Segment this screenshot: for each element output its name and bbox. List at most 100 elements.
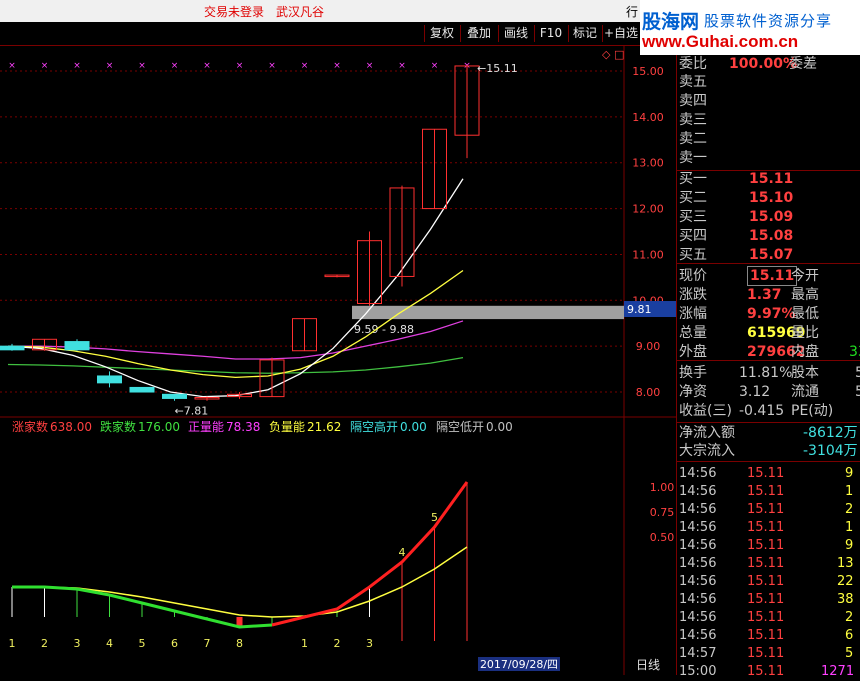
low-price-label: ←7.81 xyxy=(175,405,209,418)
price-grid xyxy=(0,70,624,393)
stat-label: 涨跌 xyxy=(679,287,707,303)
tick-time: 14:56 xyxy=(679,574,717,589)
stat-label-2: 内盘 xyxy=(791,344,819,360)
flow-label: 大宗流入 xyxy=(679,443,735,459)
tick-row: 14:56 15.11 6 xyxy=(677,627,860,645)
flow-label: 净流入额 xyxy=(679,425,735,441)
signal-marker: × xyxy=(8,61,16,71)
indicator-count-label: 6 xyxy=(171,637,178,650)
fuquan-button[interactable]: 复权 xyxy=(424,25,459,42)
panel-divider xyxy=(677,263,860,264)
current-price-tag: 9.81 xyxy=(627,303,652,316)
candle-down[interactable] xyxy=(97,375,122,384)
order-ratio-value: 100.00% xyxy=(729,56,798,72)
tick-volume: 9 xyxy=(845,538,854,553)
sell-level-row: 卖四 xyxy=(677,92,860,110)
buy-level-price: 15.08 xyxy=(749,228,794,244)
indicator-count-label: 3 xyxy=(74,637,81,650)
add-watchlist-button[interactable]: +自选 xyxy=(602,25,639,42)
fund-value: 3.12 xyxy=(739,384,771,400)
tick-time: 14:56 xyxy=(679,466,717,481)
stat-value-2: 33 xyxy=(849,344,860,360)
candle-down[interactable] xyxy=(129,386,155,393)
tick-volume: 1271 xyxy=(821,664,855,679)
buy-level-price: 15.07 xyxy=(749,247,794,263)
fund-value-2: 5 xyxy=(855,365,860,381)
indicator-legend-value: 0.00 xyxy=(400,420,427,434)
panel-divider xyxy=(677,422,860,423)
signal-marker: × xyxy=(203,61,211,71)
signal-marker: × xyxy=(301,61,309,71)
overlay-button[interactable]: 叠加 xyxy=(460,25,497,42)
tick-row: 14:56 15.11 1 xyxy=(677,483,860,501)
buy-level-label: 买二 xyxy=(679,190,707,206)
signal-marker: × xyxy=(106,61,114,71)
sell-level-row: 卖一 xyxy=(677,149,860,167)
tick-row: 14:56 15.11 2 xyxy=(677,501,860,519)
stat-row: 现价 15.11 今开 xyxy=(677,266,860,286)
stat-row: 涨跌 1.37 最高 xyxy=(677,286,860,304)
login-status-text[interactable]: 交易未登录 xyxy=(204,3,264,20)
buy-level-price: 15.09 xyxy=(749,209,794,225)
tick-time: 14:56 xyxy=(679,484,717,499)
tick-volume: 38 xyxy=(837,592,854,607)
sell-level-label: 卖四 xyxy=(679,93,707,109)
indicator-count-label: 1 xyxy=(301,637,308,650)
buy-level-label: 买一 xyxy=(679,171,707,187)
tick-price: 15.11 xyxy=(747,538,785,553)
mark-button[interactable]: 标记 xyxy=(568,25,601,42)
price-tick-label: 13.00 xyxy=(632,157,664,170)
indicator-tick-label: 0.75 xyxy=(650,506,675,519)
candle-down[interactable] xyxy=(0,345,25,351)
fund-label-2: 股本 xyxy=(791,365,819,381)
price-tick-label: 8.00 xyxy=(636,386,661,399)
kline-chart-area[interactable]: ×××××××××××××××◇□15.0014.0013.0012.0011.… xyxy=(0,45,676,675)
indicator-count-label: 4 xyxy=(399,546,406,559)
buy-level-row: 买四 15.08 xyxy=(677,227,860,245)
indicator-legend-value: 0.00 xyxy=(486,420,513,434)
stat-label-2: 最高 xyxy=(791,287,819,303)
sell-level-label: 卖三 xyxy=(679,112,707,128)
signal-marker: × xyxy=(366,61,374,71)
price-tick-label: 11.00 xyxy=(632,248,664,261)
tick-row: 14:56 15.11 22 xyxy=(677,573,860,591)
tick-volume: 6 xyxy=(845,628,854,643)
order-diff-label: 委差 xyxy=(789,56,817,72)
tick-time: 14:56 xyxy=(679,592,717,607)
signal-marker: × xyxy=(268,61,276,71)
tick-time: 14:56 xyxy=(679,520,717,535)
draw-line-button[interactable]: 画线 xyxy=(498,25,533,42)
stat-value: 15.11 xyxy=(747,266,798,286)
flow-value: -8612万 xyxy=(803,425,858,441)
f10-button[interactable]: F10 xyxy=(534,25,567,42)
candle-down[interactable] xyxy=(162,393,187,399)
stat-row: 总量 615969 量比 xyxy=(677,324,860,342)
scroll-right-icon: □ xyxy=(614,48,624,61)
price-tick-label: 9.00 xyxy=(636,340,661,353)
tick-time: 14:56 xyxy=(679,538,717,553)
buy-level-label: 买五 xyxy=(679,247,707,263)
tick-volume: 1 xyxy=(845,484,854,499)
sell-level-label: 卖五 xyxy=(679,74,707,90)
stat-label-2: 最低 xyxy=(791,306,819,322)
stat-row: 外盘279662内盘33 xyxy=(677,343,860,361)
indicator-legend-value: 21.62 xyxy=(307,420,341,434)
indicator-legend-label: 负量能 xyxy=(269,420,305,434)
buy-level-row: 买一15.111 xyxy=(677,170,860,188)
stat-value: 9.97% xyxy=(747,306,796,322)
tick-price: 15.11 xyxy=(747,646,785,661)
menu-fragment[interactable]: 行 xyxy=(626,3,638,20)
indicator-tick-label: 0.50 xyxy=(650,531,675,544)
candle-down[interactable] xyxy=(64,341,90,351)
buy-level-label: 买三 xyxy=(679,209,707,225)
fund-label: 收益(三) xyxy=(679,403,732,419)
buy-level-label: 买四 xyxy=(679,228,707,244)
indicator-count-label: 5 xyxy=(431,511,438,524)
tick-price: 15.11 xyxy=(747,574,785,589)
signal-marker: × xyxy=(138,61,146,71)
indicator-legend-value: 638.00 xyxy=(50,420,92,434)
buy-level-price: 15.10 xyxy=(749,190,794,206)
high-price-label: ←15.11 xyxy=(477,62,518,75)
tick-time: 15:00 xyxy=(679,664,717,679)
fund-label-2: 流通 xyxy=(791,384,819,400)
